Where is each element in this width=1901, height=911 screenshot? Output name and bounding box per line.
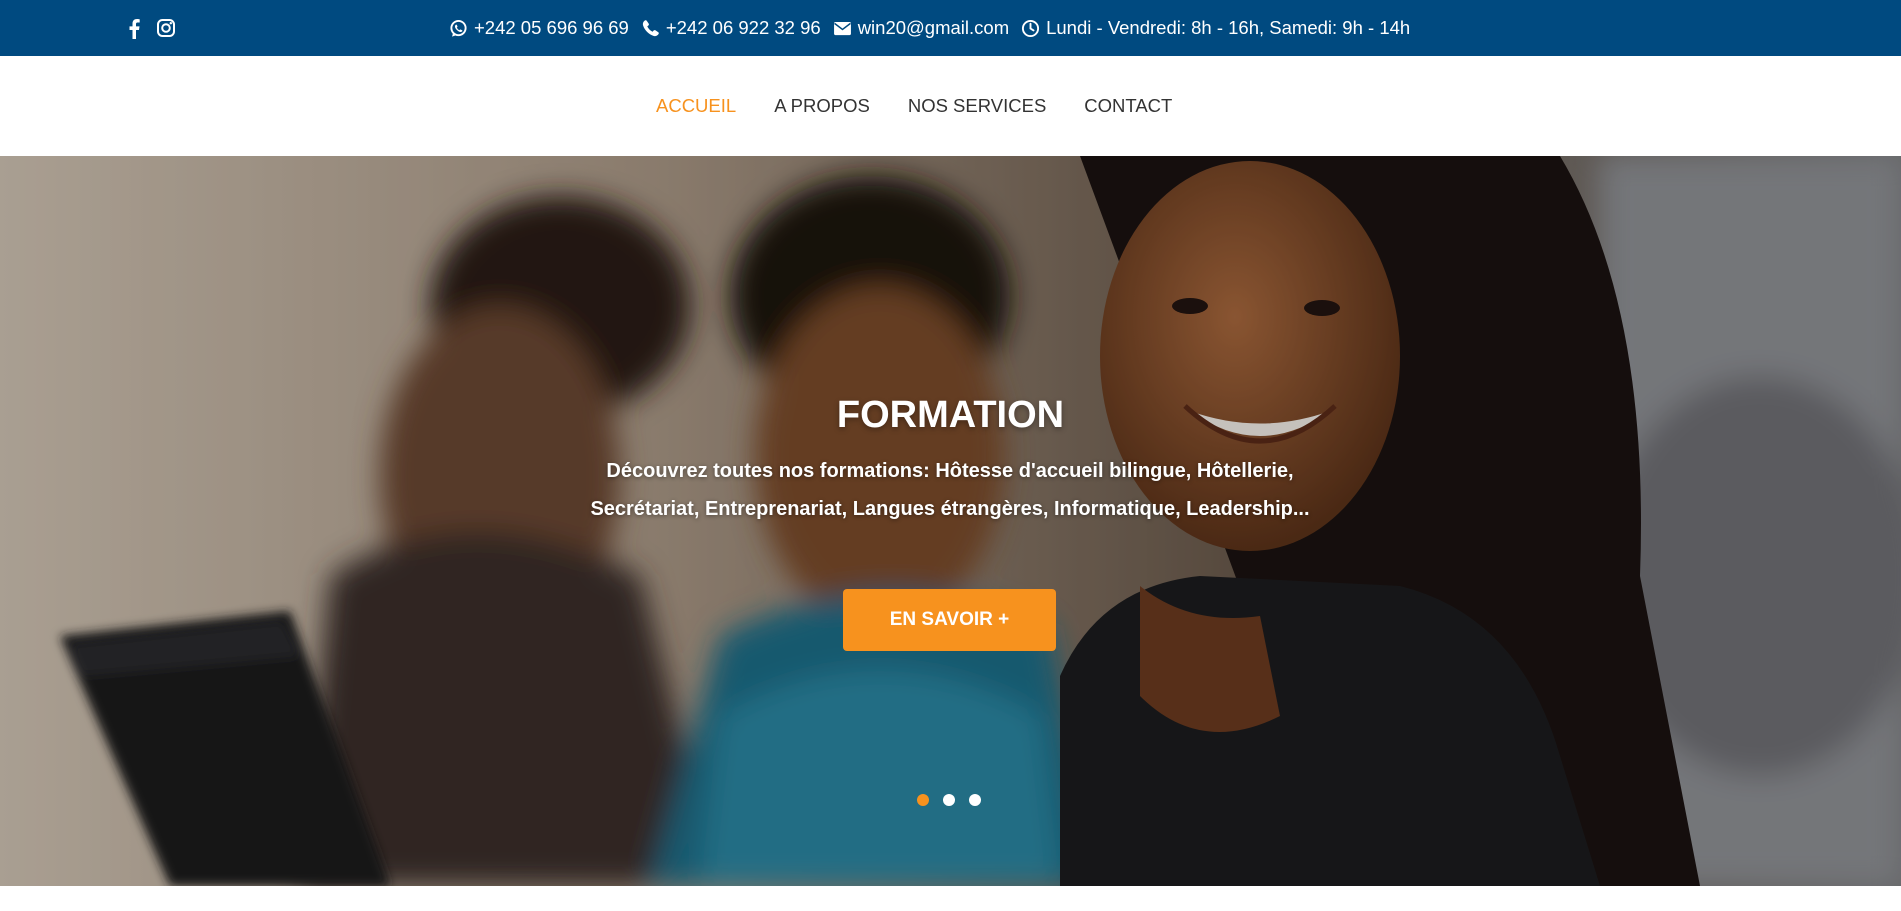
hero-slider: FORMATION Découvrez toutes nos formation… xyxy=(0,156,1901,886)
main-navbar: ACCUEIL A PROPOS NOS SERVICES CONTACT xyxy=(0,56,1901,156)
whatsapp-contact[interactable]: +242 05 696 96 69 xyxy=(449,17,629,39)
clock-icon xyxy=(1021,19,1040,38)
nav-item-a-propos[interactable]: A PROPOS xyxy=(774,95,870,117)
hero-content: FORMATION Découvrez toutes nos formation… xyxy=(0,156,1901,886)
nav-item-accueil[interactable]: ACCUEIL xyxy=(656,95,736,117)
nav-item-nos-services[interactable]: NOS SERVICES xyxy=(908,95,1046,117)
social-links xyxy=(128,0,176,56)
contact-info: +242 05 696 96 69 +242 06 922 32 96 win2… xyxy=(449,0,1410,56)
whatsapp-icon xyxy=(449,19,468,38)
nav-menu: ACCUEIL A PROPOS NOS SERVICES CONTACT xyxy=(656,56,1172,156)
envelope-icon xyxy=(833,21,852,36)
phone-icon xyxy=(641,19,660,38)
facebook-icon[interactable] xyxy=(128,18,140,39)
hero-title: FORMATION xyxy=(836,394,1065,436)
opening-hours: Lundi - Vendredi: 8h - 16h, Samedi: 9h -… xyxy=(1021,17,1410,39)
whatsapp-number: +242 05 696 96 69 xyxy=(474,17,629,38)
slider-dot-3[interactable] xyxy=(969,794,981,806)
hero-description: Découvrez toutes nos formations: Hôtesse… xyxy=(590,460,1310,520)
learn-more-button[interactable]: EN SAVOIR + xyxy=(843,589,1056,651)
instagram-icon[interactable] xyxy=(156,18,176,38)
opening-hours-text: Lundi - Vendredi: 8h - 16h, Samedi: 9h -… xyxy=(1046,17,1411,38)
top-bar: +242 05 696 96 69 +242 06 922 32 96 win2… xyxy=(0,0,1901,56)
phone-contact[interactable]: +242 06 922 32 96 xyxy=(641,17,821,39)
nav-item-contact[interactable]: CONTACT xyxy=(1084,95,1172,117)
slider-dots xyxy=(917,794,981,806)
slider-dot-2[interactable] xyxy=(943,794,955,806)
slider-dot-1[interactable] xyxy=(917,794,929,806)
phone-number: +242 06 922 32 96 xyxy=(665,17,821,38)
email-address: win20@gmail.com xyxy=(857,17,1010,38)
email-contact[interactable]: win20@gmail.com xyxy=(833,17,1009,39)
